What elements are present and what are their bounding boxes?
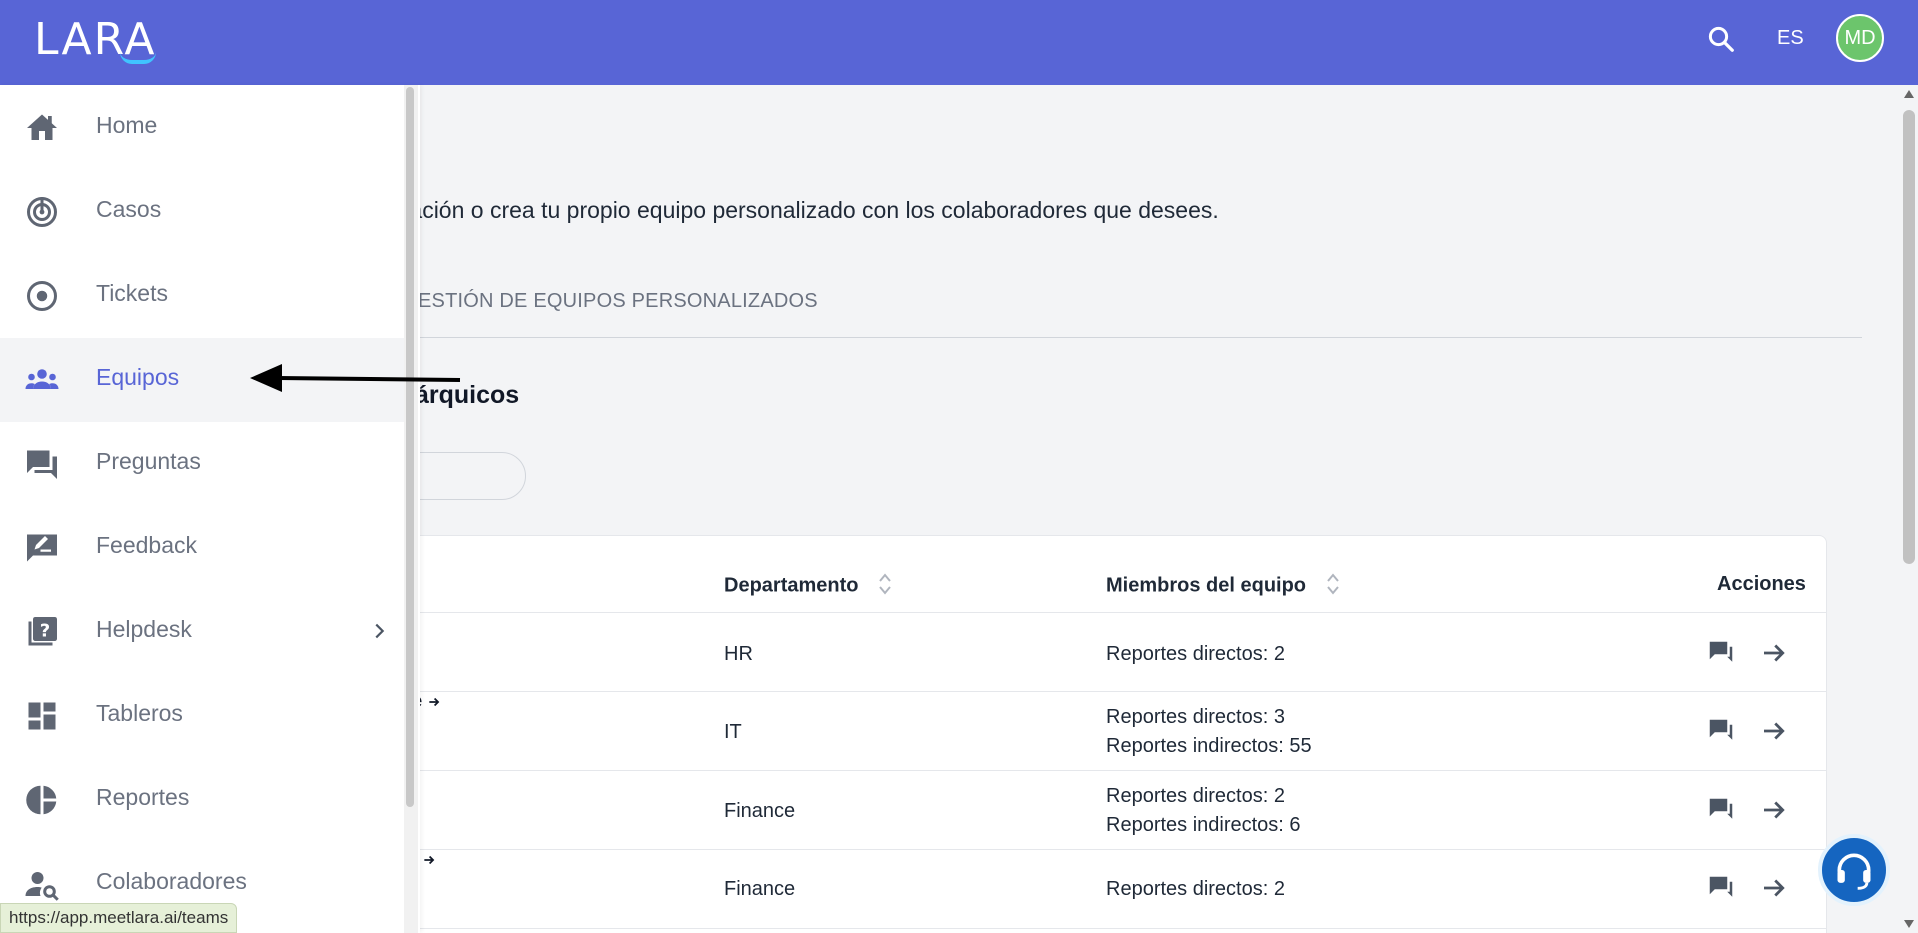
svg-text:?: ?: [40, 621, 50, 642]
person-search-icon: [25, 872, 59, 901]
support-chat-button[interactable]: [1818, 834, 1890, 906]
sidebar-item-feedback[interactable]: Feedback: [0, 506, 418, 590]
table-cell-department: IT: [724, 721, 742, 743]
table-cell-members: Reportes directos: 2: [1106, 785, 1285, 807]
sidebar-nav: Home Casos Tickets Equipos Preguntas Fee…: [0, 85, 420, 933]
chat-icon[interactable]: [1706, 638, 1736, 668]
sidebar-item-label: Reportes: [96, 784, 190, 810]
column-header-members-label: Miembros del equipo: [1106, 574, 1307, 597]
annotation-arrow: [250, 364, 461, 392]
arrow-right-icon[interactable]: [1759, 795, 1789, 825]
dashboard-icon: [28, 702, 56, 730]
arrow-right-icon[interactable]: [1759, 638, 1789, 668]
sidebar-item-label: Colaboradores: [96, 868, 247, 894]
sidebar-item-tickets[interactable]: Tickets: [0, 254, 418, 338]
arrow-right-small-icon: [424, 855, 435, 865]
sidebar-item-label: Feedback: [96, 532, 198, 558]
row-divider: [301, 612, 1826, 613]
sidebar-item-home[interactable]: Home: [0, 86, 418, 170]
sort-icon[interactable]: [1326, 571, 1340, 597]
arrow-right-icon[interactable]: [1759, 873, 1789, 903]
sidebar-item-label: Preguntas: [96, 448, 201, 474]
table-cell-members: Reportes indirectos: 55: [1106, 735, 1312, 757]
headset-icon: [1837, 853, 1871, 890]
table-cell-members: Reportes directos: 3: [1106, 706, 1285, 728]
column-header-actions: Acciones: [1717, 573, 1806, 595]
arrow-right-small-icon: [429, 697, 440, 707]
row-divider: [301, 770, 1826, 771]
people-icon: [25, 369, 59, 389]
sidebar-item-helpdesk[interactable]: ? Helpdesk: [0, 590, 418, 674]
page-scrollbar-thumb[interactable]: [1903, 110, 1915, 564]
chat-icon[interactable]: [1706, 795, 1736, 825]
table-cell-members: Reportes indirectos: 6: [1106, 814, 1301, 836]
arrow-right-icon[interactable]: [1759, 716, 1789, 746]
table-cell-members: Reportes directos: 2: [1106, 643, 1285, 665]
column-header-department[interactable]: Departamento: [724, 573, 892, 599]
table-cell-members: Reportes directos: 2: [1106, 878, 1285, 900]
chevron-right-icon: [375, 623, 385, 639]
tabs-divider: [410, 337, 1862, 338]
sidebar-item-label: Tableros: [96, 700, 183, 726]
feedback-edit-icon: [27, 534, 57, 562]
pie-chart-icon: [26, 785, 57, 815]
language-selector[interactable]: ES: [1777, 27, 1804, 50]
column-header-members[interactable]: Miembros del equipo: [1106, 573, 1340, 599]
row-divider: [301, 691, 1826, 692]
chat-icon[interactable]: [1706, 873, 1736, 903]
scroll-down-icon[interactable]: [1903, 919, 1915, 929]
sidebar-item-label: Tickets: [96, 280, 168, 306]
chat-bubbles-icon: [27, 450, 57, 479]
sort-icon[interactable]: [878, 571, 892, 597]
sidebar-item-label: Home: [96, 112, 158, 138]
scroll-up-icon[interactable]: [1903, 89, 1915, 99]
user-avatar[interactable]: MD: [1836, 14, 1884, 62]
column-header-department-label: Departamento: [724, 574, 859, 597]
sidebar-item-casos[interactable]: Casos: [0, 170, 418, 254]
help-book-icon: ?: [28, 617, 57, 646]
table-cell-department: Finance: [724, 878, 796, 900]
target-spiral-icon: [27, 197, 57, 227]
sidebar-item-reportes[interactable]: Reportes: [0, 758, 418, 842]
sidebar-item-label: Equipos: [96, 364, 180, 390]
sidebar-item-preguntas[interactable]: Preguntas: [0, 422, 418, 506]
sidebar-item-tableros[interactable]: Tableros: [0, 674, 418, 758]
sidebar-scrollbar-thumb[interactable]: [406, 87, 414, 807]
top-app-bar: LARA ES MD: [0, 0, 1918, 85]
radio-dot-icon: [27, 281, 57, 311]
home-icon: [27, 114, 57, 140]
table-cell-department: HR: [724, 643, 753, 665]
sidebar-item-label: Casos: [96, 196, 162, 222]
sidebar-item-label: Helpdesk: [96, 616, 192, 642]
table-cell-department: Finance: [724, 800, 796, 822]
row-divider: [301, 928, 1826, 929]
chat-icon[interactable]: [1706, 716, 1736, 746]
teams-table: Departamento Miembros del equipo Accione…: [300, 535, 1827, 933]
row-divider: [301, 849, 1826, 850]
status-bar-url: https://app.meetlara.ai/teams: [0, 903, 238, 933]
tab-custom-teams[interactable]: ESTIÓN DE EQUIPOS PERSONALIZADOS: [418, 290, 818, 313]
search-icon[interactable]: [1706, 24, 1736, 54]
page-description: nización o crea tu propio equipo persona…: [380, 197, 1219, 223]
